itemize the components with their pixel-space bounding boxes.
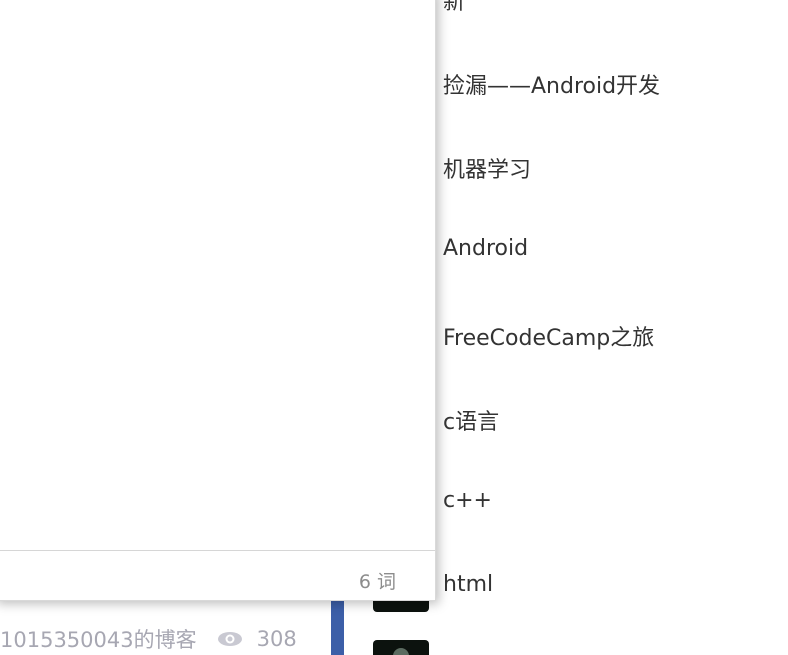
category-item[interactable]: 机器学习	[443, 152, 531, 184]
editor-status-bar: 6 词	[0, 550, 435, 600]
eye-icon	[217, 631, 243, 647]
category-item[interactable]: c语言	[443, 404, 499, 436]
category-item[interactable]: FreeCodeCamp之旅	[443, 320, 654, 352]
category-item[interactable]: 新	[443, 0, 465, 16]
view-count: 308	[256, 626, 297, 651]
category-item[interactable]: c++	[443, 488, 492, 513]
category-item[interactable]: 捡漏——Android开发	[443, 68, 660, 100]
editor-panel[interactable]: 6 词	[0, 0, 436, 601]
article-thumbnail[interactable]	[373, 640, 429, 655]
blog-meta-row: 1015350043的博客 308	[0, 622, 330, 655]
scroll-accent-bar	[331, 600, 344, 655]
category-item[interactable]: html	[443, 572, 493, 597]
blog-author[interactable]: 1015350043的博客	[0, 624, 197, 654]
category-item[interactable]: Android	[443, 236, 528, 261]
word-count: 6 词	[358, 571, 396, 593]
